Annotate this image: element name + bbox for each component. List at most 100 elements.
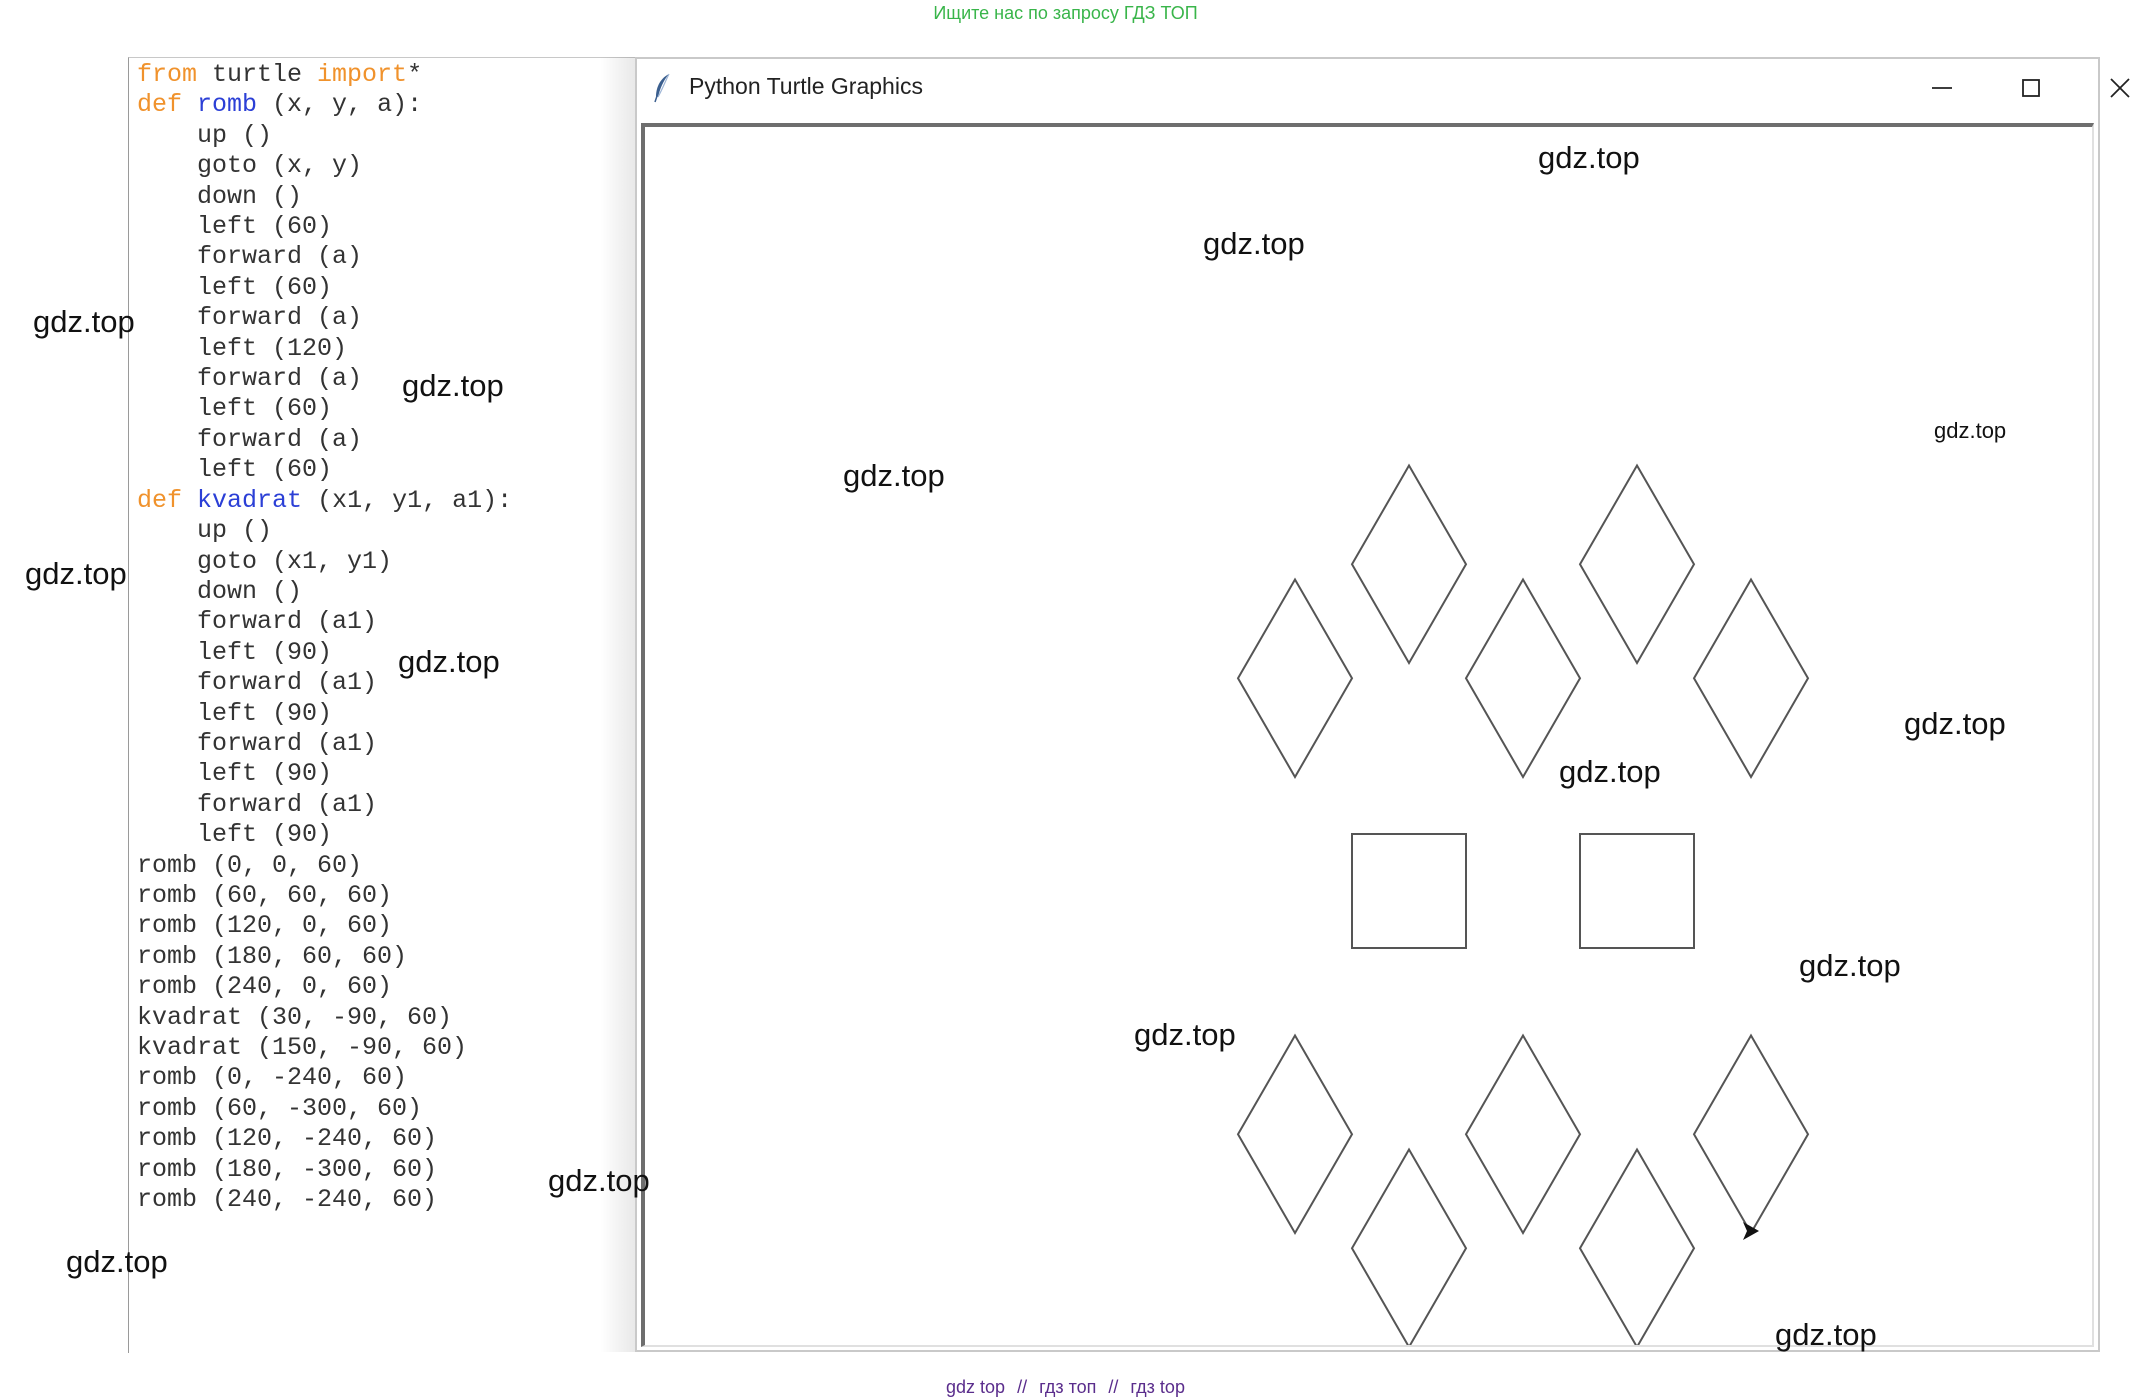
watermark: gdz.top [25,556,127,591]
rhombus-shape [1692,1033,1810,1235]
code-line: left (60) [137,273,332,302]
code-text: romb (240, -240, 60) [137,1185,438,1215]
code-text: up () [137,120,273,150]
code-line: forward (a1) [137,607,377,636]
code-line: kvadrat (30, -90, 60) [137,1003,452,1032]
top-banner: Ищите нас по запросу ГДЗ ТОП [933,3,1198,23]
code-text: forward (a1) [137,607,378,637]
minimize-icon [1932,87,1952,89]
code-text: (x1, y1, a1): [302,485,513,515]
code-text: left (60) [137,455,333,485]
code-text: romb (120, 0, 60) [137,911,393,941]
code-text: forward (a1) [137,789,378,819]
rhombus-shape [1464,577,1582,779]
watermark: gdz.top [1799,948,1901,983]
rhombus-shape [1578,1147,1696,1345]
rhombus-shape [1692,577,1810,779]
code-text: left (60) [137,212,333,242]
rhombus-shape [1464,1033,1582,1235]
code-line: down () [137,182,302,211]
code-line: forward (a1) [137,790,377,819]
code-line: romb (0, -240, 60) [137,1063,407,1092]
minimize-button[interactable] [1911,67,1971,107]
code-text: romb (240, 0, 60) [137,972,393,1002]
code-function-name: kvadrat [197,485,303,515]
code-text: left (60) [137,394,333,424]
code-text: forward (a) [137,424,363,454]
code-line: def kvadrat (x1, y1, a1): [137,486,512,515]
maximize-icon [2022,79,2040,97]
window-shadow [600,57,640,1352]
code-line: left (90) [137,820,332,849]
code-text: romb (60, -300, 60) [137,1093,423,1123]
turtle-canvas[interactable] [641,123,2094,1347]
code-text: left (90) [137,820,333,850]
code-line: forward (a) [137,425,362,454]
code-text: left (90) [137,637,333,667]
rhombus-shape [1236,1033,1354,1235]
code-text: * [407,60,423,89]
turtle-window[interactable]: Python Turtle Graphics [635,57,2130,1352]
code-text: romb (120, -240, 60) [137,1124,438,1154]
code-line: left (90) [137,759,332,788]
feather-icon [654,73,670,103]
code-text: romb (0, 0, 60) [137,850,363,880]
bottom-banner-item: гдз top [1130,1377,1185,1397]
watermark: gdz.top [548,1163,650,1198]
code-text: romb (0, -240, 60) [137,1063,408,1093]
code-text: forward (a) [137,242,363,272]
code-line: goto (x, y) [137,151,362,180]
code-line: down () [137,577,302,606]
code-text: kvadrat (30, -90, 60) [137,1002,453,1032]
code-line: left (120) [137,334,347,363]
code-text: down () [137,576,303,606]
code-text: forward (a) [137,303,363,333]
code-line: romb (60, 60, 60) [137,881,392,910]
code-line: from turtle import* [137,60,422,89]
bottom-banner-item: // [1017,1377,1028,1397]
code-line: romb (60, -300, 60) [137,1094,422,1123]
code-text: romb (180, -300, 60) [137,1154,438,1184]
code-text: goto (x, y) [137,151,363,181]
code-text: forward (a1) [137,728,378,758]
code-line: up () [137,516,272,545]
code-line: romb (180, -300, 60) [137,1155,437,1184]
rhombus-shape [1578,463,1696,666]
rhombus-shape [1350,1147,1468,1345]
code-line: forward (a1) [137,668,377,697]
code-line: left (60) [137,394,332,423]
watermark: gdz.top [843,458,945,493]
code-text: turtle [197,60,318,89]
code-text: up () [137,516,273,546]
watermark: gdz.top [402,368,504,403]
watermark: gdz.top [1134,1017,1236,1052]
source-code: from turtle import* def romb (x, y, a): … [137,60,512,1215]
watermark: gdz.top [1775,1317,1877,1352]
code-line: kvadrat (150, -90, 60) [137,1033,467,1062]
title-bar[interactable]: Python Turtle Graphics [637,59,2130,115]
code-text: (x, y, a): [257,90,423,120]
bottom-banner-item: gdz top [946,1377,1006,1397]
code-line: forward (a1) [137,729,377,758]
watermark: gdz.top [1559,754,1661,789]
code-line: left (90) [137,638,332,667]
bottom-banner-item: // [1108,1377,1119,1397]
code-text: forward (a1) [137,668,378,698]
code-line: left (90) [137,699,332,728]
watermark: gdz.top [398,644,500,679]
code-line: romb (0, 0, 60) [137,851,362,880]
code-function-name: romb [197,90,258,120]
code-keyword: from [137,60,198,89]
rhombus-shape [1350,463,1468,666]
code-line: forward (a) [137,242,362,271]
code-text: goto (x1, y1) [137,546,393,576]
code-text: kvadrat (150, -90, 60) [137,1033,468,1062]
code-editor[interactable]: from turtle import* def romb (x, y, a): … [128,57,649,1353]
bottom-banner-item: гдз топ [1039,1377,1097,1397]
code-line: goto (x1, y1) [137,547,392,576]
close-button[interactable] [2089,67,2131,107]
maximize-button[interactable] [2000,67,2060,107]
code-line: romb (240, 0, 60) [137,972,392,1001]
